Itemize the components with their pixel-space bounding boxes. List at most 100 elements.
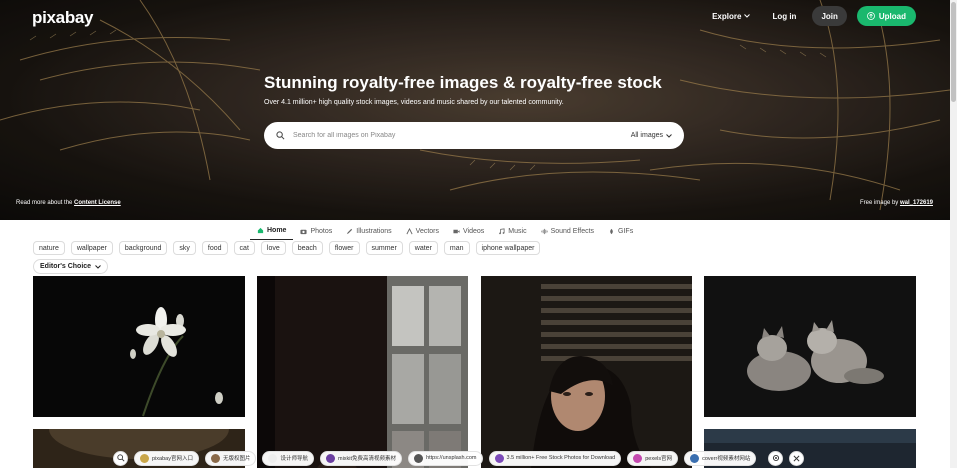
bookmark-favicon (326, 453, 335, 463)
hero-title: Stunning royalty-free images & royalty-f… (264, 73, 662, 92)
chevron-down-icon (95, 264, 101, 269)
bookmark-chip[interactable]: 设计师导航 (262, 450, 314, 466)
tab-label: Videos (463, 227, 485, 235)
bookmark-label: 3.5 million+ Free Stock Photos for Downl… (506, 455, 616, 461)
search-type-dropdown[interactable]: All images (631, 132, 672, 139)
scrollbar-thumb[interactable] (951, 2, 956, 102)
photo-thumbnail (33, 276, 245, 417)
tab-gifs[interactable]: GIFs (601, 222, 640, 240)
bookmark-chip[interactable]: https://unsplash.com (408, 450, 483, 466)
tag-chip[interactable]: flower (328, 241, 360, 255)
image-tile-cats[interactable] (704, 276, 916, 417)
hero-overlay (0, 0, 950, 220)
tag-chip[interactable]: sky (173, 241, 196, 255)
search-icon[interactable] (276, 131, 285, 140)
tab-label: Photos (310, 227, 333, 235)
video-icon (453, 229, 460, 233)
tag-chip[interactable]: iphone wallpaper (475, 241, 541, 255)
bookmark-label: mixkit免费高清视频素材 (338, 456, 397, 462)
bookmark-chip[interactable]: mixkit免费高清视频素材 (320, 450, 403, 466)
bookmark-label: coverr视频素材网站 (702, 456, 751, 462)
search-icon (116, 454, 125, 462)
camera-icon (300, 229, 308, 234)
upload-label: Upload (878, 11, 906, 21)
hero-banner: pixabay Explore Log in Join Upload Stunn… (0, 0, 950, 220)
image-tile-flower[interactable] (33, 276, 245, 417)
tab-label: Sound Effects (550, 227, 595, 235)
tab-illustrations[interactable]: Illustrations (339, 222, 398, 240)
bookmark-label: https://unsplash.com (426, 455, 477, 461)
credit-user-link[interactable]: wal_172619 (900, 200, 933, 206)
tag-chip[interactable]: love (260, 241, 286, 255)
credit-prefix: Free image by (859, 200, 899, 206)
tag-chip[interactable]: food (201, 241, 228, 255)
login-link[interactable]: Log in (766, 12, 802, 21)
bookmark-chip[interactable]: 3.5 million+ Free Stock Photos for Downl… (488, 450, 622, 466)
image-tile-portrait[interactable] (481, 276, 692, 468)
gif-icon (610, 228, 613, 234)
tab-label: Home (267, 227, 287, 234)
trending-tags: nature wallpaper background sky food cat… (33, 241, 541, 255)
tab-home[interactable]: Home (250, 222, 294, 240)
tab-videos[interactable]: Videos (446, 222, 491, 240)
bookmark-toolbar: pixabay官网入口 无版权图片 设计师导航 mixkit免费高清视频素材 h… (113, 450, 805, 466)
chevron-down-icon (666, 133, 672, 138)
home-icon (257, 227, 264, 234)
license-prefix: Read more about the (16, 200, 73, 206)
waveform-icon (541, 228, 548, 234)
bookmark-favicon (690, 453, 700, 463)
bookmark-chip[interactable]: pixabay官网入口 (134, 450, 199, 466)
tag-chip[interactable]: wallpaper (70, 241, 113, 255)
bookmark-favicon (268, 453, 278, 463)
search-bar: All images (264, 122, 684, 149)
photo-thumbnail (481, 276, 692, 468)
bookmark-chip[interactable]: 无版权图片 (204, 450, 257, 466)
toolbar-close-button[interactable] (789, 450, 805, 466)
bookmark-favicon (140, 453, 149, 463)
upload-button[interactable]: Upload (856, 6, 916, 26)
upload-icon (866, 12, 875, 20)
top-nav: Explore Log in Join Upload (706, 6, 916, 26)
pixabay-logo[interactable]: pixabay (32, 8, 94, 28)
tab-music[interactable]: Music (491, 222, 533, 240)
bookmark-label: 无版权图片 (222, 456, 251, 462)
tab-vectors[interactable]: Vectors (399, 222, 446, 240)
explore-menu[interactable]: Explore (706, 12, 756, 21)
tab-sound-effects[interactable]: Sound Effects (534, 222, 601, 240)
sort-label: Editor's Choice (40, 263, 92, 270)
tag-chip[interactable]: nature (33, 241, 65, 255)
photo-thumbnail (704, 276, 916, 417)
brush-icon (347, 228, 353, 234)
toolbar-search-button[interactable] (113, 450, 128, 466)
content-license-link[interactable]: Content License (74, 200, 121, 206)
image-credit: Free image by wal_172619 (860, 200, 933, 206)
tag-chip[interactable]: summer (365, 241, 403, 255)
tag-chip[interactable]: background (118, 241, 168, 255)
license-note: Read more about the Content License (16, 200, 121, 206)
music-icon (499, 227, 505, 234)
tag-chip[interactable]: beach (291, 241, 323, 255)
explore-label: Explore (712, 11, 742, 21)
sort-dropdown[interactable]: Editor's Choice (33, 259, 109, 274)
bookmark-label: pexels官网 (645, 456, 673, 462)
image-tile-window[interactable] (257, 276, 468, 468)
chevron-down-icon (744, 14, 751, 18)
bookmark-chip[interactable]: pexels官网 (627, 450, 679, 466)
gear-icon (772, 454, 779, 462)
vector-icon (406, 227, 413, 234)
bookmark-label: 设计师导航 (280, 456, 308, 462)
bookmark-favicon (494, 453, 504, 463)
close-icon (793, 455, 800, 461)
bookmark-label: pixabay官网入口 (152, 456, 193, 462)
hero-subtitle: Over 4.1 million+ high quality stock ima… (264, 99, 564, 106)
tag-chip[interactable]: cat (233, 241, 255, 255)
toolbar-settings-button[interactable] (768, 450, 784, 466)
search-type-label: All images (630, 132, 663, 139)
join-button[interactable]: Join (812, 6, 847, 26)
tab-photos[interactable]: Photos (293, 222, 339, 240)
search-input[interactable] (293, 132, 631, 139)
tag-chip[interactable]: man (443, 241, 470, 255)
tag-chip[interactable]: water (408, 241, 438, 255)
bookmark-chip[interactable]: coverr视频素材网站 (684, 450, 757, 466)
page-scrollbar[interactable] (950, 0, 957, 468)
